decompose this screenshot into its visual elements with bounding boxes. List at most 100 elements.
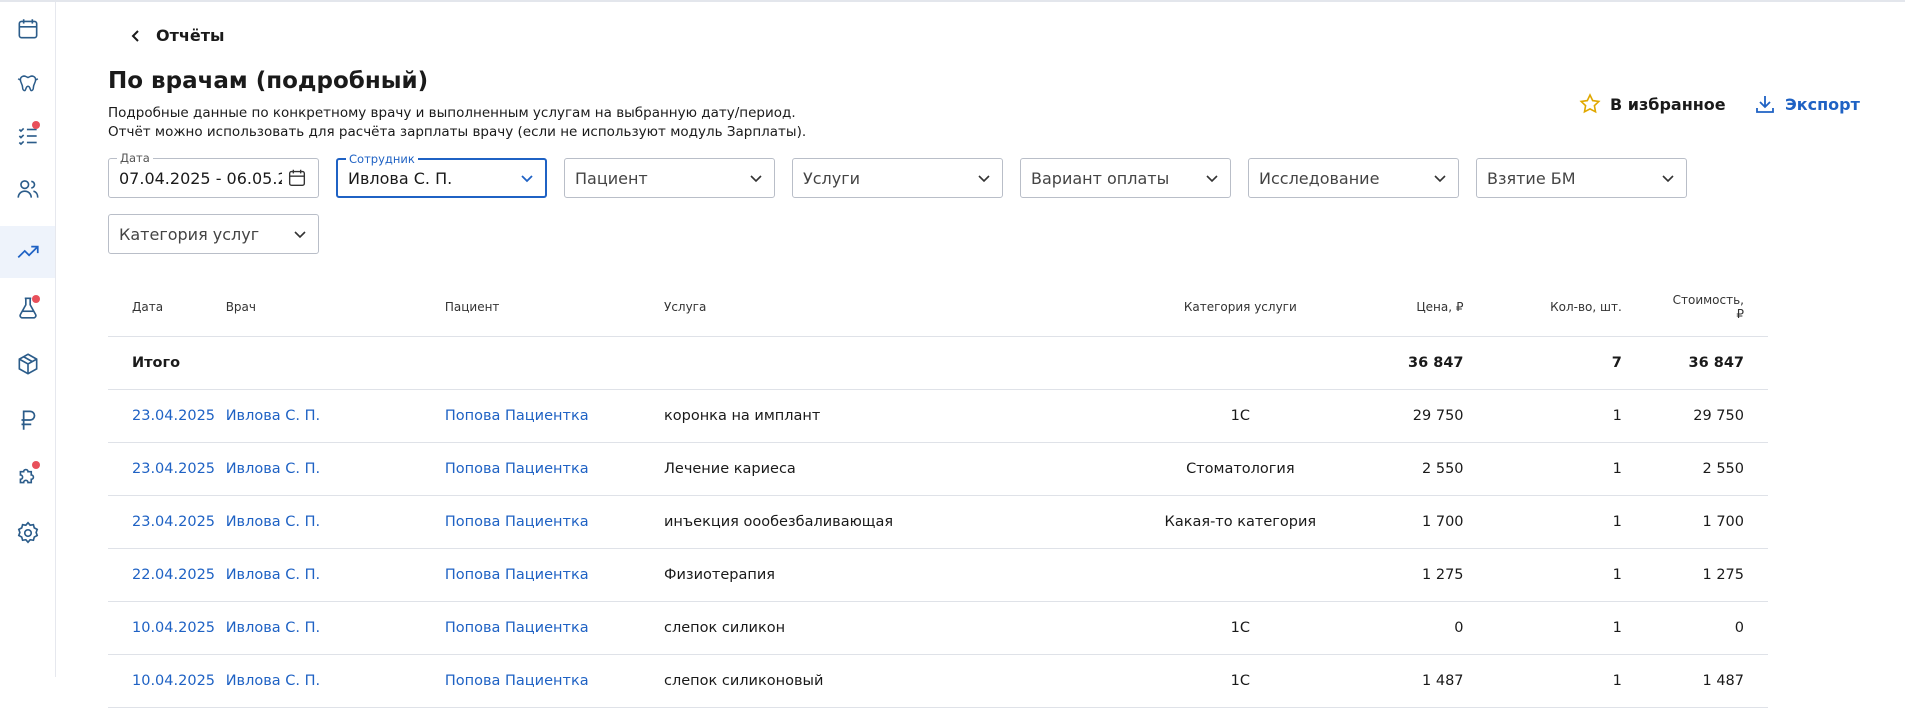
row-qty: 1 <box>1463 548 1622 602</box>
cost-header-line-2: ₽ <box>1736 306 1744 321</box>
payment-placeholder: Вариант оплаты <box>1031 168 1170 188</box>
chevron-down-icon <box>521 175 533 183</box>
row-date-link[interactable]: 10.04.2025 <box>108 601 226 655</box>
row-cost: 1 275 <box>1621 548 1768 602</box>
row-patient-link[interactable]: Попова Пациентка <box>444 601 664 655</box>
column-header-category[interactable]: Категория услуги <box>1138 278 1342 337</box>
sidebar-item-finance[interactable] <box>0 394 55 446</box>
research-select[interactable]: Исследование <box>1248 158 1459 198</box>
row-service: Физиотерапия <box>664 548 1139 602</box>
row-service: слепок силиконовый <box>664 654 1139 708</box>
row-patient-link[interactable]: Попова Пациентка <box>444 495 664 549</box>
table-row: 23.04.2025 Ивлова С. П. Попова Пациентка… <box>108 389 1768 443</box>
column-header-qty[interactable]: Кол-во, шт. <box>1463 278 1622 337</box>
row-qty: 1 <box>1463 495 1622 549</box>
sidebar <box>0 2 56 677</box>
total-label: Итого <box>108 336 226 390</box>
table-row: 23.04.2025 Ивлова С. П. Попова Пациентка… <box>108 442 1768 496</box>
chevron-down-icon <box>978 175 990 183</box>
row-date-link[interactable]: 23.04.2025 <box>108 442 226 496</box>
employee-select[interactable]: Сотрудник Ивлова С. П. <box>336 152 547 198</box>
back-to-reports-link[interactable]: Отчёты <box>128 26 224 45</box>
row-date-link[interactable]: 23.04.2025 <box>108 495 226 549</box>
research-placeholder: Исследование <box>1259 168 1380 188</box>
row-service: инъекция оообезбаливающая <box>664 495 1139 549</box>
column-header-price[interactable]: Цена, ₽ <box>1341 278 1464 337</box>
row-patient-link[interactable]: Попова Пациентка <box>444 389 664 443</box>
chevron-down-icon <box>750 175 762 183</box>
sidebar-item-dentistry[interactable] <box>0 57 55 109</box>
back-label: Отчёты <box>156 26 225 45</box>
notification-badge <box>32 121 40 129</box>
employee-field-label: Сотрудник <box>346 152 418 166</box>
row-cost: 2 550 <box>1621 442 1768 496</box>
biomaterial-select[interactable]: Взятие БМ <box>1476 158 1687 198</box>
star-icon <box>1579 93 1601 114</box>
patient-placeholder: Пациент <box>575 168 648 188</box>
table-row: 22.04.2025 Ивлова С. П. Попова Пациентка… <box>108 548 1768 602</box>
row-qty: 1 <box>1463 654 1622 708</box>
row-cost: 1 700 <box>1621 495 1768 549</box>
users-icon <box>16 180 39 198</box>
chevron-left-icon <box>131 29 139 42</box>
sidebar-item-lab[interactable] <box>0 282 55 334</box>
page-title: По врачам (подробный) <box>108 68 429 94</box>
report-table: Дата Врач Пациент Услуга Категория услуг… <box>108 278 1768 708</box>
row-doctor-link[interactable]: Ивлова С. П. <box>225 601 445 655</box>
column-header-service[interactable]: Услуга <box>664 278 1139 337</box>
column-header-patient[interactable]: Пациент <box>444 278 664 337</box>
table-row: 10.04.2025 Ивлова С. П. Попова Пациентка… <box>108 601 1768 655</box>
sidebar-item-calendar[interactable] <box>0 3 55 55</box>
row-price: 29 750 <box>1341 389 1464 443</box>
sidebar-item-patients[interactable] <box>0 163 55 215</box>
total-cost: 36 847 <box>1621 336 1768 390</box>
date-field-label: Дата <box>117 151 153 165</box>
row-doctor-link[interactable]: Ивлова С. П. <box>225 495 445 549</box>
row-doctor-link[interactable]: Ивлова С. П. <box>225 389 445 443</box>
row-cost: 29 750 <box>1621 389 1768 443</box>
services-select[interactable]: Услуги <box>792 158 1003 198</box>
row-date-link[interactable]: 10.04.2025 <box>108 654 226 708</box>
row-doctor-link[interactable]: Ивлова С. П. <box>225 548 445 602</box>
column-header-doctor[interactable]: Врач <box>225 278 445 337</box>
row-qty: 1 <box>1463 601 1622 655</box>
calendar-icon <box>18 19 37 39</box>
add-to-favorites-button[interactable]: В избранное <box>1578 92 1726 116</box>
row-patient-link[interactable]: Попова Пациентка <box>444 442 664 496</box>
main-content: Отчёты По врачам (подробный) Подробные д… <box>108 0 1898 708</box>
row-category: 1С <box>1138 654 1342 708</box>
column-header-cost[interactable]: Стоимость, ₽ <box>1621 278 1768 337</box>
page-description-line-2: Отчёт можно использовать для расчёта зар… <box>108 124 807 140</box>
sidebar-item-warehouse[interactable] <box>0 338 55 390</box>
row-patient-link[interactable]: Попова Пациентка <box>444 654 664 708</box>
sidebar-item-tasks[interactable] <box>0 110 55 162</box>
service-category-select[interactable]: Категория услуг <box>108 214 319 254</box>
row-service: Лечение кариеса <box>664 442 1139 496</box>
row-category: 1С <box>1138 389 1342 443</box>
table-header-row: Дата Врач Пациент Услуга Категория услуг… <box>108 278 1768 337</box>
sidebar-item-settings[interactable] <box>0 507 55 559</box>
patient-select[interactable]: Пациент <box>564 158 775 198</box>
table-total-row: Итого 36 847 7 36 847 <box>108 336 1768 390</box>
row-category: Стоматология <box>1138 442 1342 496</box>
row-date-link[interactable]: 23.04.2025 <box>108 389 226 443</box>
row-doctor-link[interactable]: Ивлова С. П. <box>225 654 445 708</box>
sidebar-item-integrations[interactable] <box>0 450 55 502</box>
export-label: Экспорт <box>1785 94 1860 114</box>
box-icon <box>18 353 37 375</box>
chart-icon <box>17 245 39 259</box>
chevron-down-icon <box>1206 175 1218 183</box>
services-placeholder: Услуги <box>803 168 861 188</box>
row-date-link[interactable]: 22.04.2025 <box>108 548 226 602</box>
date-range-field[interactable]: Дата 07.04.2025 - 06.05.2025 <box>108 151 319 198</box>
payment-option-select[interactable]: Вариант оплаты <box>1020 158 1231 198</box>
employee-value: Ивлова С. П. <box>348 168 453 188</box>
sidebar-item-reports[interactable] <box>0 226 55 278</box>
row-patient-link[interactable]: Попова Пациентка <box>444 548 664 602</box>
calendar-icon[interactable] <box>286 167 308 189</box>
row-service: коронка на имплант <box>664 389 1139 443</box>
row-price: 1 487 <box>1341 654 1464 708</box>
export-button[interactable]: Экспорт <box>1753 92 1860 116</box>
row-doctor-link[interactable]: Ивлова С. П. <box>225 442 445 496</box>
column-header-date[interactable]: Дата <box>108 278 226 337</box>
